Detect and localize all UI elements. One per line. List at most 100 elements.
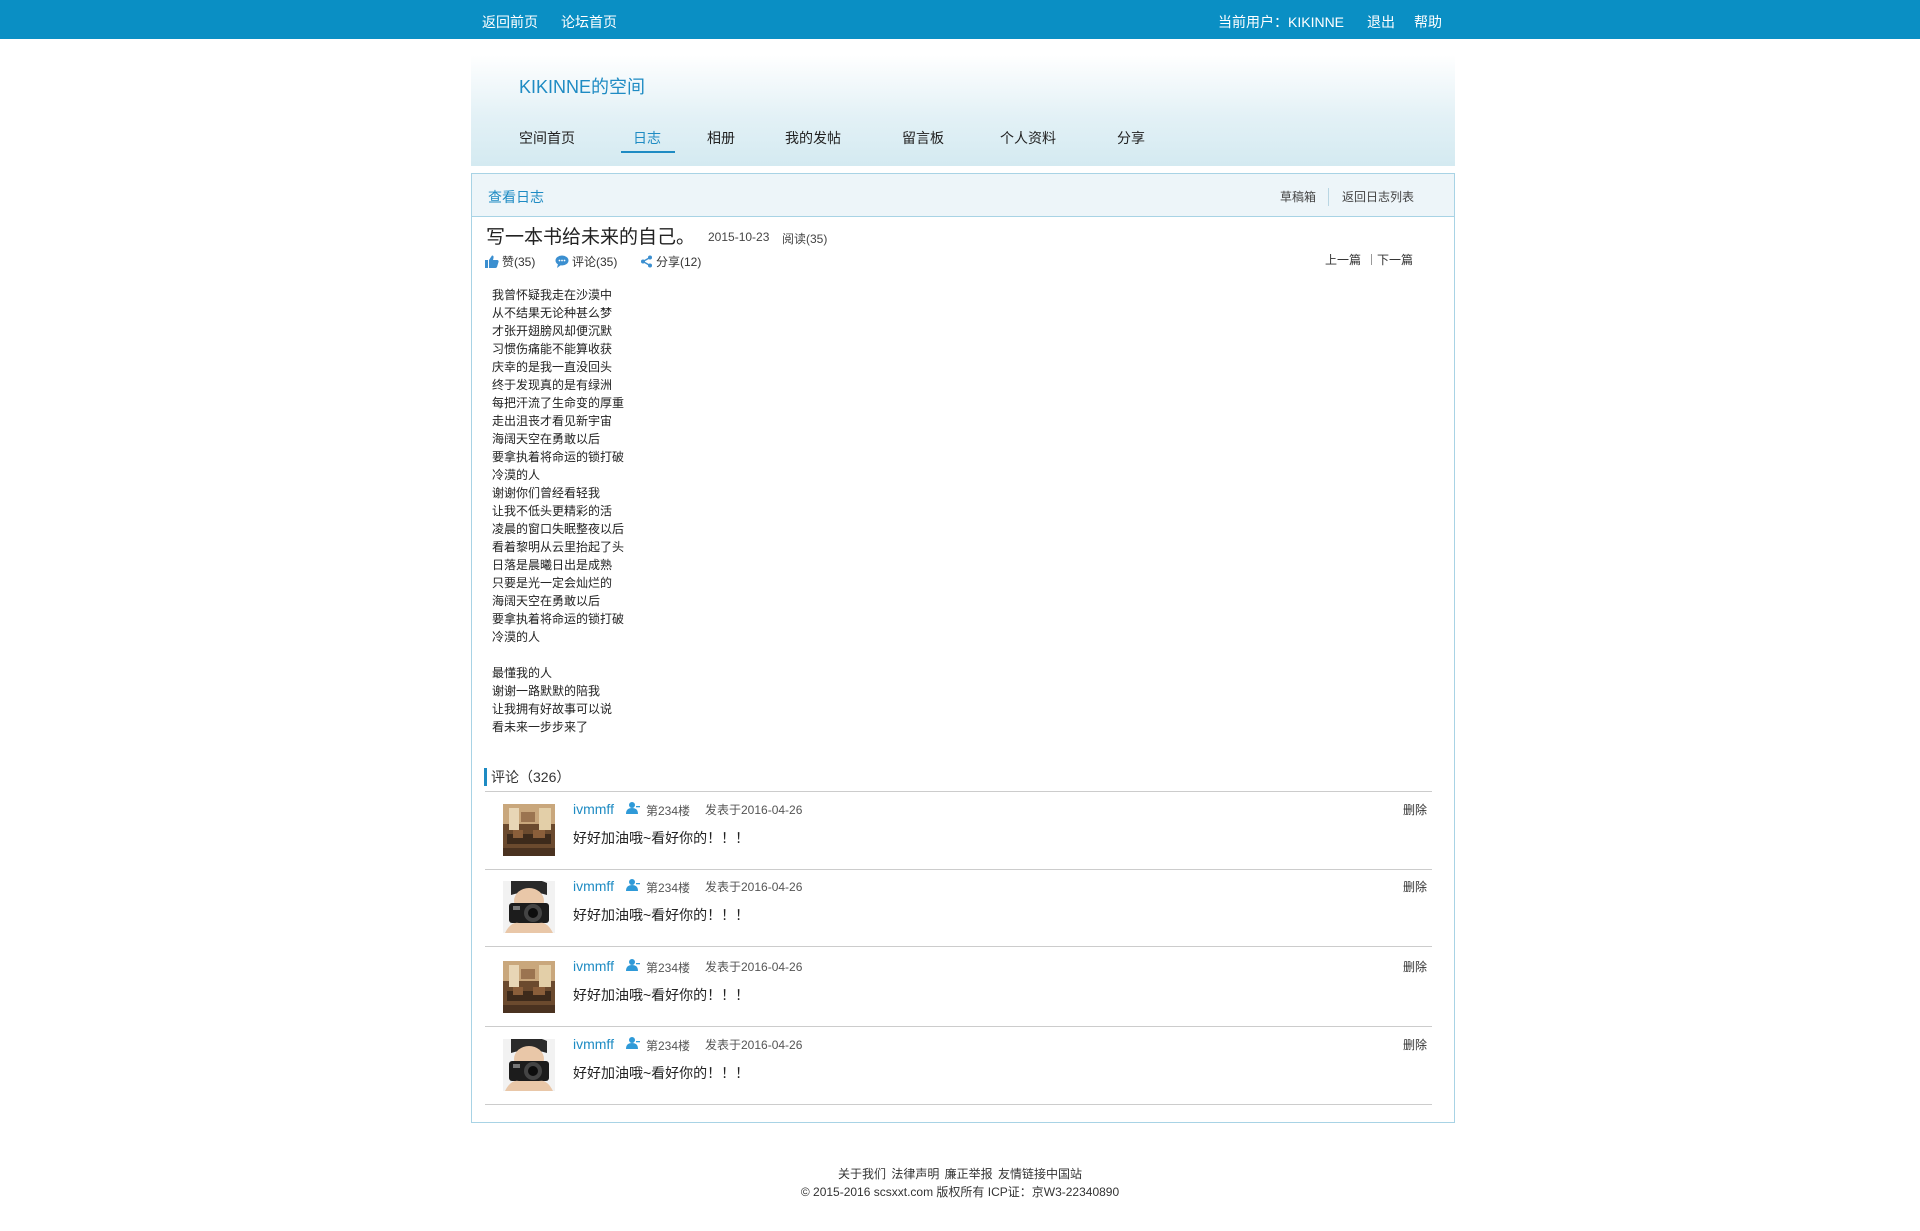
user-icon xyxy=(626,879,640,891)
help-link[interactable]: 帮助 xyxy=(1414,0,1442,44)
nav-message-board[interactable]: 留言板 xyxy=(902,128,944,148)
post-line: 要拿执着将命运的锁打破 xyxy=(492,450,625,464)
comment-date: 发表于2016-04-26 xyxy=(705,880,803,894)
post-line: 海阔天空在勇敢以后 xyxy=(492,432,601,446)
forum-home-link[interactable]: 论坛首页 xyxy=(561,0,617,44)
post-line: 日落是晨曦日出是成熟 xyxy=(492,558,613,572)
post-line xyxy=(492,646,624,664)
comment-text: 好好加油哦~看好你的！！！ xyxy=(573,907,750,923)
space-title: KIKINNE的空间 xyxy=(519,77,646,97)
comment-text: 好好加油哦~看好你的！！！ xyxy=(573,1065,750,1081)
comment-date: 发表于2016-04-26 xyxy=(705,803,803,817)
footer-link-legal[interactable]: 法律声明 xyxy=(891,1167,939,1181)
nav-album[interactable]: 相册 xyxy=(707,128,735,148)
drafts-link[interactable]: 草稿箱 xyxy=(1280,174,1316,220)
comment-floor: 第234楼 xyxy=(646,881,691,895)
post-line: 终于发现真的是有绿洲 xyxy=(492,378,613,392)
user-icon xyxy=(626,802,640,814)
post-line: 凌晨的窗口失眠整夜以后 xyxy=(492,522,625,536)
post-date: 2015-10-23 xyxy=(708,230,770,244)
post-line: 让我不低头更精彩的活 xyxy=(492,504,613,518)
comment-floor: 第234楼 xyxy=(646,1039,691,1053)
post-line: 海阔天空在勇敢以后 xyxy=(492,594,601,608)
post-line: 只要是光一定会灿烂的 xyxy=(492,576,613,590)
post-title: 写一本书给未来的自己。 xyxy=(486,227,696,248)
user-icon xyxy=(626,1037,640,1049)
nav-blog[interactable]: 日志 xyxy=(633,128,661,148)
post-line: 让我拥有好故事可以说 xyxy=(492,702,613,716)
post-line: 谢谢你们曾经看轻我 xyxy=(492,486,601,500)
footer-link-report[interactable]: 廉正举报 xyxy=(945,1167,993,1181)
avatar[interactable] xyxy=(503,961,555,1013)
share-count: 分享(12) xyxy=(656,255,702,269)
delete-comment-button[interactable]: 删除 xyxy=(1403,801,1427,818)
comment-date: 发表于2016-04-26 xyxy=(705,1038,803,1052)
comment-count: 评论(35) xyxy=(572,255,618,269)
footer-links: 关于我们 法律声明 廉正举报 友情链接中国站 xyxy=(0,1165,1920,1182)
space-header: KIKINNE的空间 空间首页 日志 相册 我的发帖 留言板 个人资料 分享 xyxy=(471,55,1455,166)
avatar[interactable] xyxy=(503,1039,555,1091)
post-body: 我曾怀疑我走在沙漠中 从不结果无论种甚么梦 才张开翅膀风却便沉默 习惯伤痛能不能算收获… xyxy=(492,286,624,736)
blog-panel: 查看日志 草稿箱 返回日志列表 写一本书给未来的自己。 2015-10-23 阅… xyxy=(471,173,1455,1123)
comment-username[interactable]: ivmmff xyxy=(573,878,614,894)
post-line: 习惯伤痛能不能算收获 xyxy=(492,342,613,356)
comment-floor: 第234楼 xyxy=(646,804,691,818)
comment-item: ivmmff 第234楼 发表于2016-04-26 删除好好加油哦~看好你的！！！ xyxy=(485,869,1432,947)
next-post-link[interactable]: 下一篇 xyxy=(1377,251,1413,268)
thumbs-up-icon xyxy=(485,255,499,268)
post-line: 看未来一步步来了 xyxy=(492,720,589,734)
comments-heading: 评论（326） xyxy=(484,768,570,786)
prev-post-link[interactable]: 上一篇 xyxy=(1325,251,1361,268)
post-line: 我曾怀疑我走在沙漠中 xyxy=(492,288,613,302)
active-tab-indicator xyxy=(621,151,675,153)
nav-profile[interactable]: 个人资料 xyxy=(1000,128,1056,148)
comment-button[interactable]: 评论(35) xyxy=(555,253,617,270)
post-line: 冷漠的人 xyxy=(492,630,541,644)
post-line: 从不结果无论种甚么梦 xyxy=(492,306,613,320)
footer-link-friends[interactable]: 友情链接中国站 xyxy=(998,1167,1082,1181)
like-button[interactable]: 赞(35) xyxy=(485,253,535,270)
footer-link-about[interactable]: 关于我们 xyxy=(838,1167,886,1181)
share-icon xyxy=(641,255,652,268)
post-line: 冷漠的人 xyxy=(492,468,541,482)
avatar[interactable] xyxy=(503,881,555,933)
share-button[interactable]: 分享(12) xyxy=(640,253,701,270)
comment-username[interactable]: ivmmff xyxy=(573,958,614,974)
comment-item: ivmmff 第234楼 发表于2016-04-26 删除 好好加油哦~看好你的！！！ xyxy=(485,949,1432,1027)
avatar[interactable] xyxy=(503,804,555,856)
post-line: 走出沮丧才看见新宇宙 xyxy=(492,414,613,428)
like-count: 赞(35) xyxy=(502,255,536,269)
top-bar: 返回前页 论坛首页 当前用户：KIKINNE 退出 帮助 xyxy=(0,0,1920,39)
back-to-list-link[interactable]: 返回日志列表 xyxy=(1342,174,1414,220)
post-line: 才张开翅膀风却便沉默 xyxy=(492,324,613,338)
post-line: 看着黎明从云里抬起了头 xyxy=(492,540,625,554)
comment-username[interactable]: ivmmff xyxy=(573,1036,614,1052)
comment-item: ivmmff 第234楼 发表于2016-04-26 删除好好加油哦~看好你的！！！ xyxy=(485,1027,1432,1105)
post-line: 庆幸的是我一直没回头 xyxy=(492,360,613,374)
logout-link[interactable]: 退出 xyxy=(1367,0,1395,44)
nav-share[interactable]: 分享 xyxy=(1117,128,1145,148)
delete-comment-button[interactable]: 删除 xyxy=(1403,878,1427,895)
comment-date: 发表于2016-04-26 xyxy=(705,960,803,974)
post-read-count: 阅读(35) xyxy=(782,232,828,246)
post-line: 谢谢一路默默的陪我 xyxy=(492,684,601,698)
user-icon xyxy=(626,959,640,971)
back-home-link[interactable]: 返回前页 xyxy=(482,0,538,44)
nav-my-posts[interactable]: 我的发帖 xyxy=(785,128,841,148)
post-line: 每把汗流了生命变的厚重 xyxy=(492,396,625,410)
footer-copyright: © 2015-2016 scsxxt.com 版权所有 ICP证：京W3-223… xyxy=(800,1185,1120,1199)
comment-text: 好好加油哦~看好你的！！！ xyxy=(573,830,750,846)
delete-comment-button[interactable]: 删除 xyxy=(1403,958,1427,975)
panel-header: 查看日志 草稿箱 返回日志列表 xyxy=(472,174,1454,217)
post-line: 要拿执着将命运的锁打破 xyxy=(492,612,625,626)
nav-space-home[interactable]: 空间首页 xyxy=(519,128,575,148)
comment-bubble-icon xyxy=(555,255,569,268)
panel-title: 查看日志 xyxy=(488,189,544,205)
comment-floor: 第234楼 xyxy=(646,961,691,975)
comment-item: ivmmff 第234楼 发表于2016-04-26 删除好好加油哦~看好你的！！！ xyxy=(485,792,1432,870)
post-line: 最懂我的人 xyxy=(492,666,553,680)
current-user-label: 当前用户：KIKINNE xyxy=(1218,14,1345,30)
divider xyxy=(1328,188,1329,206)
delete-comment-button[interactable]: 删除 xyxy=(1403,1036,1427,1053)
comment-username[interactable]: ivmmff xyxy=(573,801,614,817)
